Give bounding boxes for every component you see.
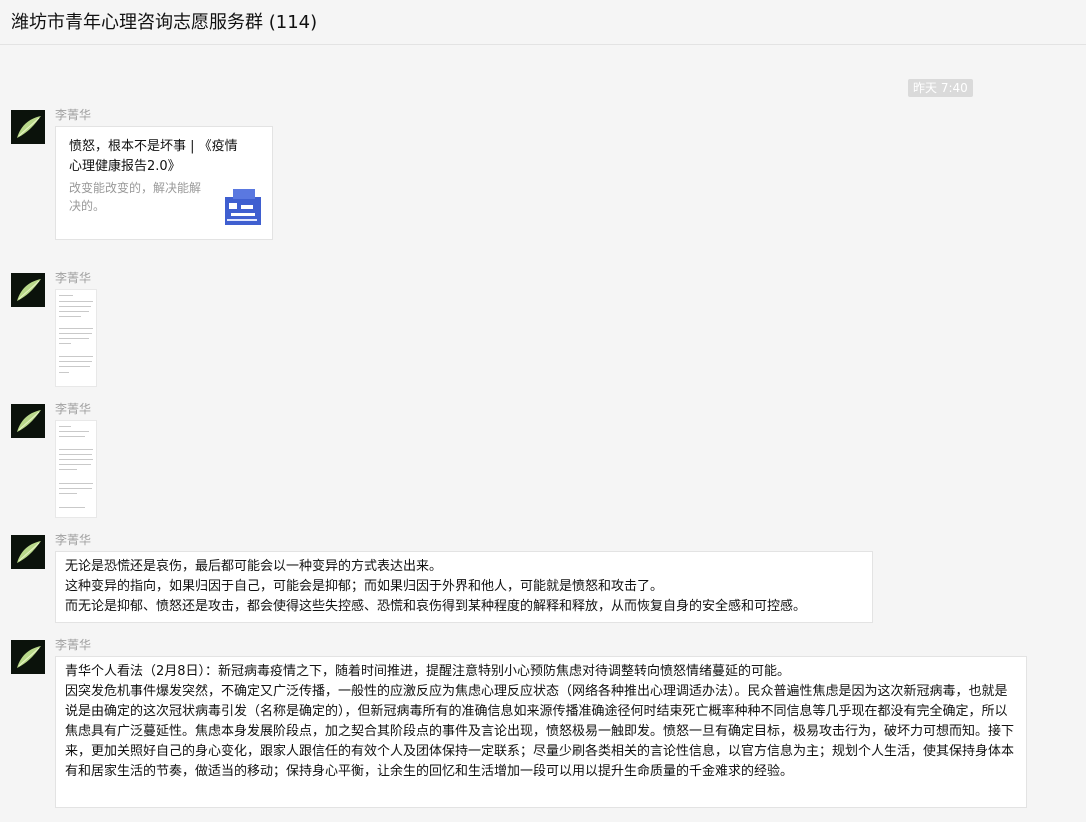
text-message[interactable]: 青华个人看法（2月8日）：新冠病毒疫情之下，随着时间推进，提醒注意特别小心预防焦… xyxy=(55,656,1027,808)
link-card-thumbnail xyxy=(221,185,263,227)
chat-header: 潍坊市青年心理咨询志愿服务群 (114) xyxy=(0,0,1086,45)
message-paragraph: 青华个人看法（2月8日）：新冠病毒疫情之下，随着时间推进，提醒注意特别小心预防焦… xyxy=(65,664,791,679)
message-paragraph: 因突发危机事件爆发突然，不确定又广泛传播，一般性的应激反应为焦虑心理反应状态（网… xyxy=(65,684,1015,779)
message-timestamp: 昨天 7:40 xyxy=(908,79,973,97)
image-message[interactable] xyxy=(55,420,97,518)
sender-avatar[interactable] xyxy=(11,273,45,307)
sender-avatar[interactable] xyxy=(11,535,45,569)
message-line: 这种变异的指向，如果归因于自己，可能会是抑郁；而如果归因于外界和他人，可能就是愤… xyxy=(65,579,664,594)
sender-avatar[interactable] xyxy=(11,110,45,144)
sender-avatar[interactable] xyxy=(11,640,45,674)
sender-name: 李菁华 xyxy=(55,533,92,547)
sender-avatar[interactable] xyxy=(11,404,45,438)
sender-name: 李菁华 xyxy=(55,402,92,416)
link-card-title: 愤怒，根本不是坏事 | 《疫情心理健康报告2.0》 xyxy=(69,139,238,174)
text-message[interactable]: 无论是恐慌还是哀伤，最后都可能会以一种变异的方式表达出来。 这种变异的指向，如果… xyxy=(55,551,873,623)
link-card-description: 改变能改变的，解决能解决的。 xyxy=(69,181,202,213)
message-line: 而无论是抑郁、愤怒还是攻击，都会使得这些失控感、恐慌和哀伤得到某种程度的解释和释… xyxy=(65,599,807,614)
image-message[interactable] xyxy=(55,289,97,387)
sender-name: 李菁华 xyxy=(55,638,92,652)
chat-title: 潍坊市青年心理咨询志愿服务群 (114) xyxy=(11,12,318,33)
sender-name: 李菁华 xyxy=(55,108,92,122)
sender-name: 李菁华 xyxy=(55,271,92,285)
link-card-message[interactable]: 愤怒，根本不是坏事 | 《疫情心理健康报告2.0》 改变能改变的，解决能解决的。 xyxy=(55,126,273,240)
message-line: 无论是恐慌还是哀伤，最后都可能会以一种变异的方式表达出来。 xyxy=(65,559,443,574)
